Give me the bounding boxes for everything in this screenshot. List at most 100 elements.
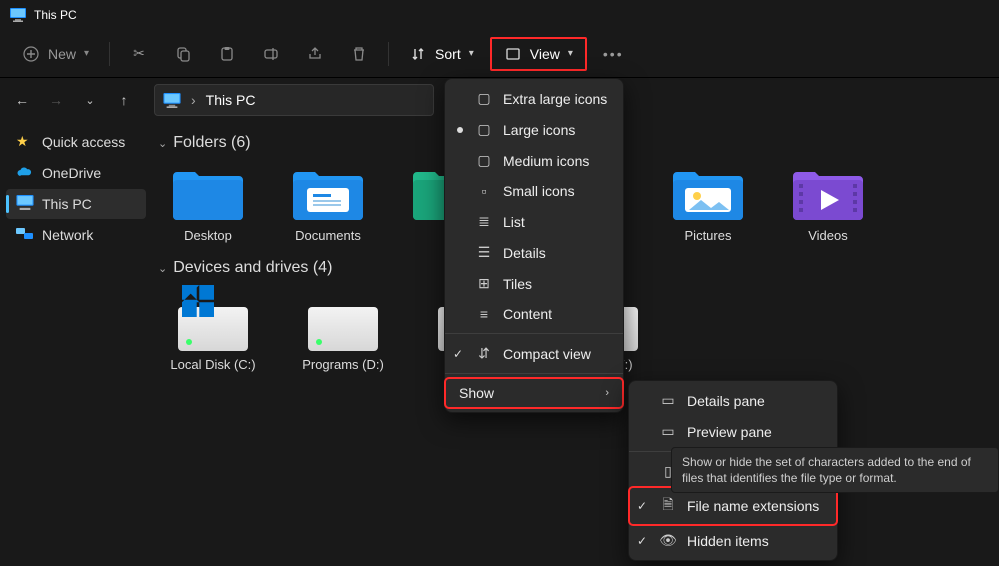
folder-pictures[interactable]: Pictures [668,162,748,243]
folder-desktop[interactable]: Desktop [168,162,248,243]
drive-icon [178,307,248,351]
eye-icon: 👁 [659,532,677,549]
view-menu-large[interactable]: ▢Large icons [445,114,623,145]
folder-label: Pictures [685,228,732,243]
tooltip: Show or hide the set of characters added… [671,447,999,493]
view-menu-details[interactable]: ☰Details [445,237,623,268]
sidebar-item-network[interactable]: Network [6,220,146,250]
plus-icon [22,45,40,63]
drives-group-label: Devices and drives (4) [173,259,332,277]
folder-documents[interactable]: Documents [288,162,368,243]
drive-icon [308,307,378,351]
drive-c[interactable]: Local Disk (C:) [168,287,258,372]
sidebar-item-onedrive[interactable]: OneDrive [6,158,146,188]
up-button[interactable]: ↑ [114,90,134,110]
view-label: View [530,46,560,62]
address-bar[interactable]: › This PC [154,84,434,116]
sort-icon [409,45,427,63]
cut-button[interactable]: ✂ [120,39,158,69]
view-icon [504,45,522,63]
star-icon: ★ [16,133,34,151]
drive-d[interactable]: Programs (D:) [298,287,388,372]
pane-icon: ▭ [659,392,677,409]
sidebar: ★ Quick access OneDrive This PC Network [0,122,152,566]
pane-icon: ▭ [659,423,677,440]
chevron-down-icon: ▾ [568,48,573,59]
this-pc-icon [16,195,34,213]
list-icon: ≣ [475,213,493,230]
pictures-icon [673,162,743,220]
drive-label: Programs (D:) [302,357,384,372]
folder-label: Documents [295,228,361,243]
rename-icon [262,45,280,63]
new-button[interactable]: New ▾ [12,39,99,69]
chevron-down-icon: ⌄ [158,137,167,150]
chevron-right-icon: › [189,92,198,108]
chevron-down-icon: ⌄ [158,262,167,275]
sort-button[interactable]: Sort ▾ [399,39,484,69]
show-menu-hidden-items[interactable]: ✓👁Hidden items [629,525,837,556]
grid-icon: ▢ [475,121,493,138]
sort-label: Sort [435,46,461,62]
separator [388,42,389,66]
folder-videos[interactable]: Videos [788,162,868,243]
chevron-down-icon: ▾ [469,48,474,59]
new-label: New [48,46,76,62]
view-menu-content[interactable]: ≡Content [445,299,623,329]
folder-label: Desktop [184,228,232,243]
sidebar-item-label: Quick access [42,134,125,150]
view-menu-show[interactable]: Show › [445,378,623,408]
check-icon: ✓ [637,499,647,513]
sidebar-item-quick-access[interactable]: ★ Quick access [6,127,146,157]
chevron-right-icon: › [605,387,609,399]
check-icon: ✓ [453,347,463,361]
check-icon: ✓ [637,534,647,548]
sidebar-item-label: This PC [42,196,92,212]
content-icon: ≡ [475,306,493,322]
view-menu: ▢Extra large icons ▢Large icons ▢Medium … [444,78,624,413]
view-menu-list[interactable]: ≣List [445,206,623,237]
network-icon [16,226,34,244]
view-button[interactable]: View ▾ [496,41,581,67]
sidebar-item-label: Network [42,227,93,243]
back-button[interactable]: ← [12,90,32,110]
recent-button[interactable]: ⌄ [80,90,100,110]
grid-icon: ▫ [475,183,493,199]
paste-button[interactable] [208,39,246,69]
menu-separator [445,373,623,374]
more-button[interactable]: ••• [593,40,634,68]
forward-button[interactable]: → [46,90,66,110]
view-button-highlight: View ▾ [490,37,587,71]
show-menu-details-pane[interactable]: ▭Details pane [629,385,837,416]
breadcrumb-root[interactable]: This PC [206,92,256,108]
titlebar: This PC [0,0,999,30]
window-title: This PC [34,8,77,22]
copy-button[interactable] [164,39,202,69]
scissors-icon: ✂ [130,45,148,63]
tooltip-text: Show or hide the set of characters added… [682,455,971,485]
tiles-icon: ⊞ [475,275,493,292]
details-icon: ☰ [475,244,493,261]
view-menu-small[interactable]: ▫Small icons [445,176,623,206]
sidebar-item-label: OneDrive [42,165,101,181]
share-button[interactable] [296,39,334,69]
delete-button[interactable] [340,39,378,69]
drive-label: Local Disk (C:) [170,357,255,372]
show-menu-preview-pane[interactable]: ▭Preview pane [629,416,837,447]
share-icon [306,45,324,63]
view-menu-tiles[interactable]: ⊞Tiles [445,268,623,299]
nav-arrows: ← → ⌄ ↑ [12,90,142,110]
sidebar-item-this-pc[interactable]: This PC [6,189,146,219]
ellipsis-icon: ••• [603,46,624,62]
rename-button[interactable] [252,39,290,69]
folder-label: Videos [808,228,848,243]
view-menu-extra-large[interactable]: ▢Extra large icons [445,83,623,114]
view-menu-medium[interactable]: ▢Medium icons [445,145,623,176]
toolbar: New ▾ ✂ Sort ▾ View ▾ ••• [0,30,999,78]
this-pc-icon [163,93,181,108]
file-icon: 🗎 [659,494,677,518]
view-menu-compact[interactable]: ✓⇵Compact view [445,338,623,369]
documents-icon [293,162,363,220]
clipboard-icon [218,45,236,63]
cloud-icon [16,164,34,182]
